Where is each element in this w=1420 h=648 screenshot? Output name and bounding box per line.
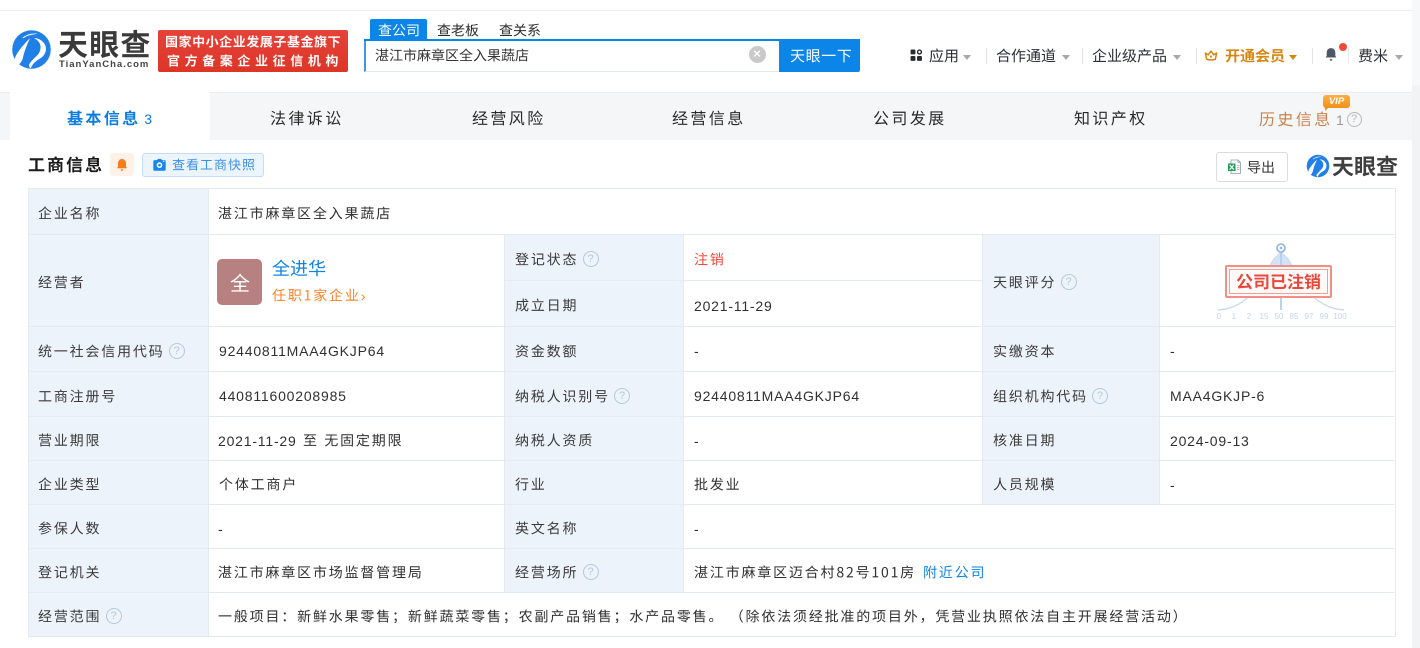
svg-text:97: 97 [1305, 312, 1314, 321]
svg-text:15: 15 [1260, 312, 1269, 321]
svg-text:0: 0 [1217, 312, 1222, 321]
svg-text:50: 50 [1275, 312, 1284, 321]
svg-text:1: 1 [1232, 312, 1237, 321]
svg-text:100: 100 [1333, 312, 1347, 321]
svg-text:2: 2 [1247, 312, 1252, 321]
svg-text:99: 99 [1320, 312, 1329, 321]
svg-text:85: 85 [1290, 312, 1299, 321]
